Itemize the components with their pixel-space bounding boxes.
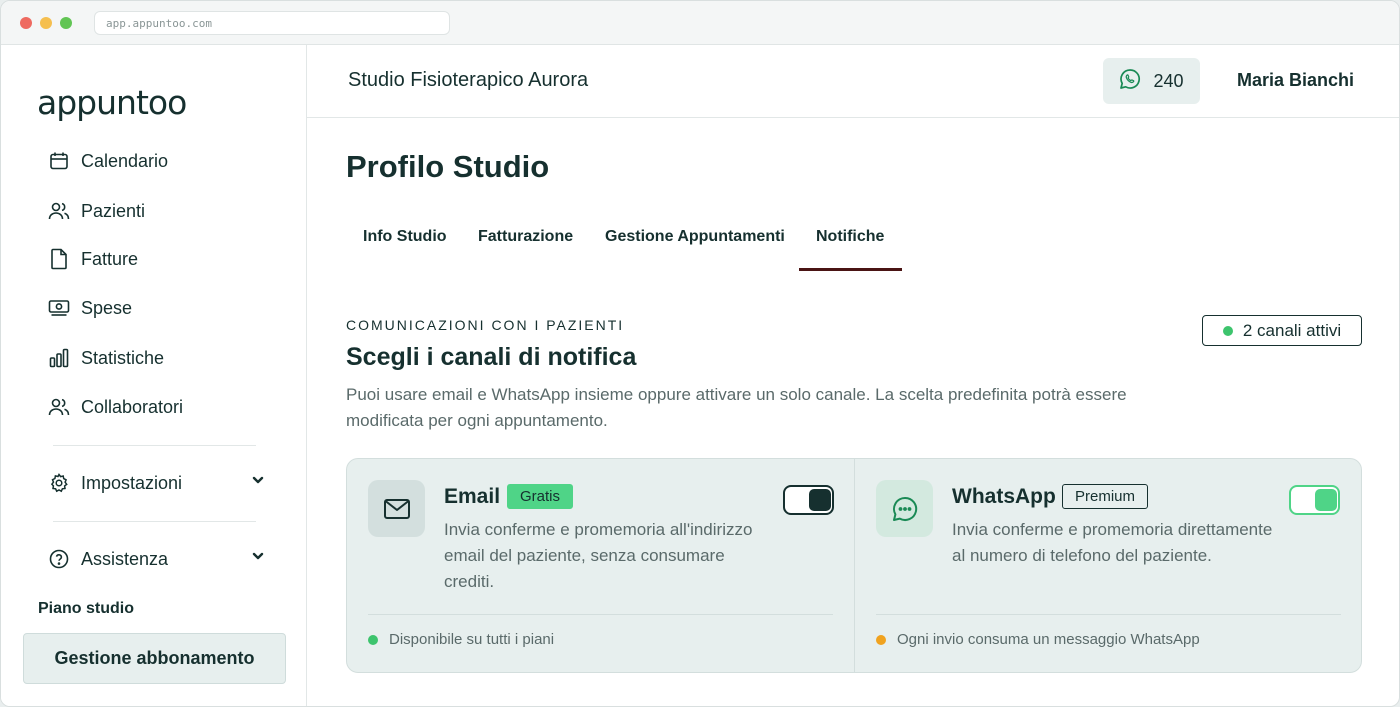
bar-chart-icon [47, 346, 71, 370]
maximize-window-button[interactable] [60, 17, 72, 29]
chevron-down-icon [251, 473, 265, 492]
card-footer-divider [368, 614, 833, 615]
sidebar-item-fatture[interactable]: Fatture [47, 243, 287, 275]
whatsapp-credits-count: 240 [1153, 70, 1184, 91]
sidebar-item-spese[interactable]: Spese [47, 292, 287, 324]
free-badge: Gratis [507, 484, 574, 509]
app-logo[interactable]: appuntoo [37, 83, 187, 122]
section-eyebrow: COMUNICAZIONI CON I PAZIENTI [346, 317, 625, 333]
plan-title: Piano studio [38, 600, 134, 617]
user-name[interactable]: Maria Bianchi [1237, 70, 1354, 91]
users-icon [47, 199, 71, 223]
tab-info-studio[interactable]: Info Studio [363, 228, 447, 246]
channel-footnote: Ogni invio consuma un messaggio WhatsApp [876, 631, 1200, 648]
header: Studio Fisioterapico Aurora 240 Maria Bi… [307, 45, 1399, 118]
help-icon [47, 547, 71, 571]
sidebar-item-label: Fatture [81, 248, 139, 269]
tab-gestione-appuntamenti[interactable]: Gestione Appuntamenti [605, 228, 785, 246]
channel-name: Email [444, 485, 501, 508]
gear-icon [47, 471, 71, 495]
toggle-knob [809, 489, 831, 511]
sidebar-divider [53, 445, 256, 446]
card-divider [854, 459, 855, 672]
status-dot [876, 634, 886, 645]
channel-name: WhatsApp [952, 485, 1056, 508]
minimize-window-button[interactable] [40, 17, 52, 29]
premium-badge: Premium [1062, 484, 1149, 509]
manage-subscription-button[interactable]: Gestione abbonamento [23, 633, 286, 684]
browser-chrome: app.appuntoo.com [1, 1, 1399, 45]
sidebar-item-label: Calendario [81, 150, 169, 171]
active-channels-badge: 2 canali attivi [1202, 315, 1362, 346]
sidebar-item-calendario[interactable]: Calendario [47, 145, 287, 177]
footnote-text: Disponibile su tutti i piani [389, 631, 555, 648]
section-title: Scegli i canali di notifica [346, 343, 637, 371]
whatsapp-icon [1119, 68, 1141, 95]
status-dot [1222, 325, 1233, 336]
sidebar-item-label: Statistiche [81, 347, 165, 368]
chevron-down-icon [251, 549, 265, 568]
active-tab-indicator [799, 268, 902, 271]
sidebar-item-impostazioni[interactable]: Impostazioni [47, 467, 287, 499]
channel-description: Invia conferme e promemoria all'indirizz… [444, 520, 753, 591]
sidebar-item-label: Assistenza [81, 548, 169, 569]
sidebar-item-collaboratori[interactable]: Collaboratori [47, 391, 287, 423]
sidebar-item-statistiche[interactable]: Statistiche [47, 342, 287, 374]
sidebar-item-label: Pazienti [81, 200, 146, 221]
page-title: Profilo Studio [346, 149, 550, 184]
calendar-icon [47, 149, 71, 173]
sidebar-item-pazienti[interactable]: Pazienti [47, 195, 287, 227]
studio-name: Studio Fisioterapico Aurora [348, 69, 589, 91]
channel-cards: Email Gratis Invia conferme e promemoria… [346, 458, 1362, 673]
document-icon [47, 247, 71, 271]
active-channels-label: 2 canali attivi [1242, 320, 1342, 340]
channel-description: Invia conferme e promemoria direttamente… [952, 520, 1273, 565]
sidebar: appuntoo Calendario Pazienti Fatture Spe… [1, 45, 307, 706]
sidebar-divider [53, 521, 256, 522]
footnote-text: Ogni invio consuma un messaggio WhatsApp [897, 631, 1200, 648]
address-bar[interactable]: app.appuntoo.com [94, 11, 450, 35]
toggle-knob [1315, 489, 1337, 511]
sidebar-item-assistenza[interactable]: Assistenza [47, 543, 287, 575]
sidebar-item-label: Spese [81, 297, 133, 318]
whatsapp-toggle[interactable] [1289, 485, 1340, 515]
whatsapp-chat-icon [876, 480, 933, 537]
card-footer-divider [876, 614, 1341, 615]
tab-notifiche[interactable]: Notifiche [816, 228, 884, 246]
status-dot [368, 634, 378, 645]
sidebar-item-label: Collaboratori [81, 396, 184, 417]
close-window-button[interactable] [20, 17, 32, 29]
sidebar-item-label: Impostazioni [81, 472, 183, 493]
banknote-icon [47, 296, 71, 320]
email-toggle[interactable] [783, 485, 834, 515]
section-description: Puoi usare email e WhatsApp insieme oppu… [346, 385, 1127, 430]
mail-icon [368, 480, 425, 537]
channel-footnote: Disponibile su tutti i piani [368, 631, 554, 648]
tab-fatturazione[interactable]: Fatturazione [478, 228, 573, 246]
whatsapp-credits-button[interactable]: 240 [1103, 58, 1200, 104]
users-icon [47, 395, 71, 419]
app-window: app.appuntoo.com appuntoo Calendario Paz… [0, 0, 1400, 707]
